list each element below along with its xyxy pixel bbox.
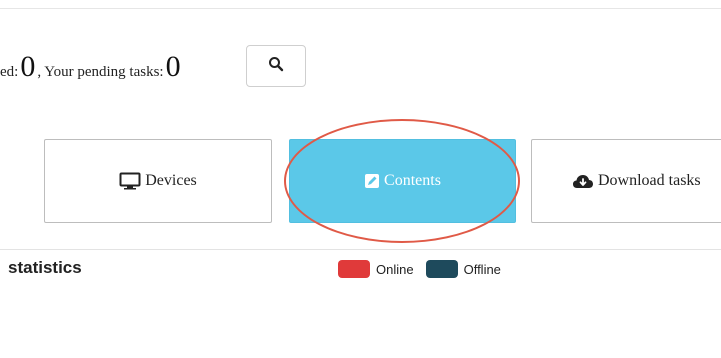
download-tasks-tile[interactable]: Download tasks [531,139,721,223]
task-summary: ed: 0 , Your pending tasks: 0 [0,52,183,82]
contents-label: Contents [384,172,441,189]
download-tasks-label: Download tasks [598,172,701,189]
search-icon [268,56,284,77]
contents-tile[interactable]: Contents [289,139,516,223]
pending-label: , Your pending tasks: [37,64,164,80]
devices-tile[interactable]: Devices [44,139,272,223]
cloud-download-icon [572,173,594,189]
status-legend: Online Offline [338,260,513,278]
legend-online: Online [338,260,414,278]
legend-offline: Offline [425,260,501,278]
edit-icon [364,173,380,189]
divider [0,249,721,250]
processed-label: ed: [0,64,19,80]
offline-label: Offline [463,261,501,277]
divider [0,8,721,9]
pending-count: 0 [165,50,181,83]
monitor-icon [119,172,141,190]
online-swatch [338,260,370,278]
online-label: Online [376,261,414,277]
offline-swatch [425,260,458,278]
search-button[interactable] [246,45,306,87]
dashboard: ed: 0 , Your pending tasks: 0 Devices Co… [0,0,721,358]
processed-count: 0 [20,50,36,83]
statistics-title: statistics [8,258,82,277]
devices-label: Devices [145,172,197,189]
